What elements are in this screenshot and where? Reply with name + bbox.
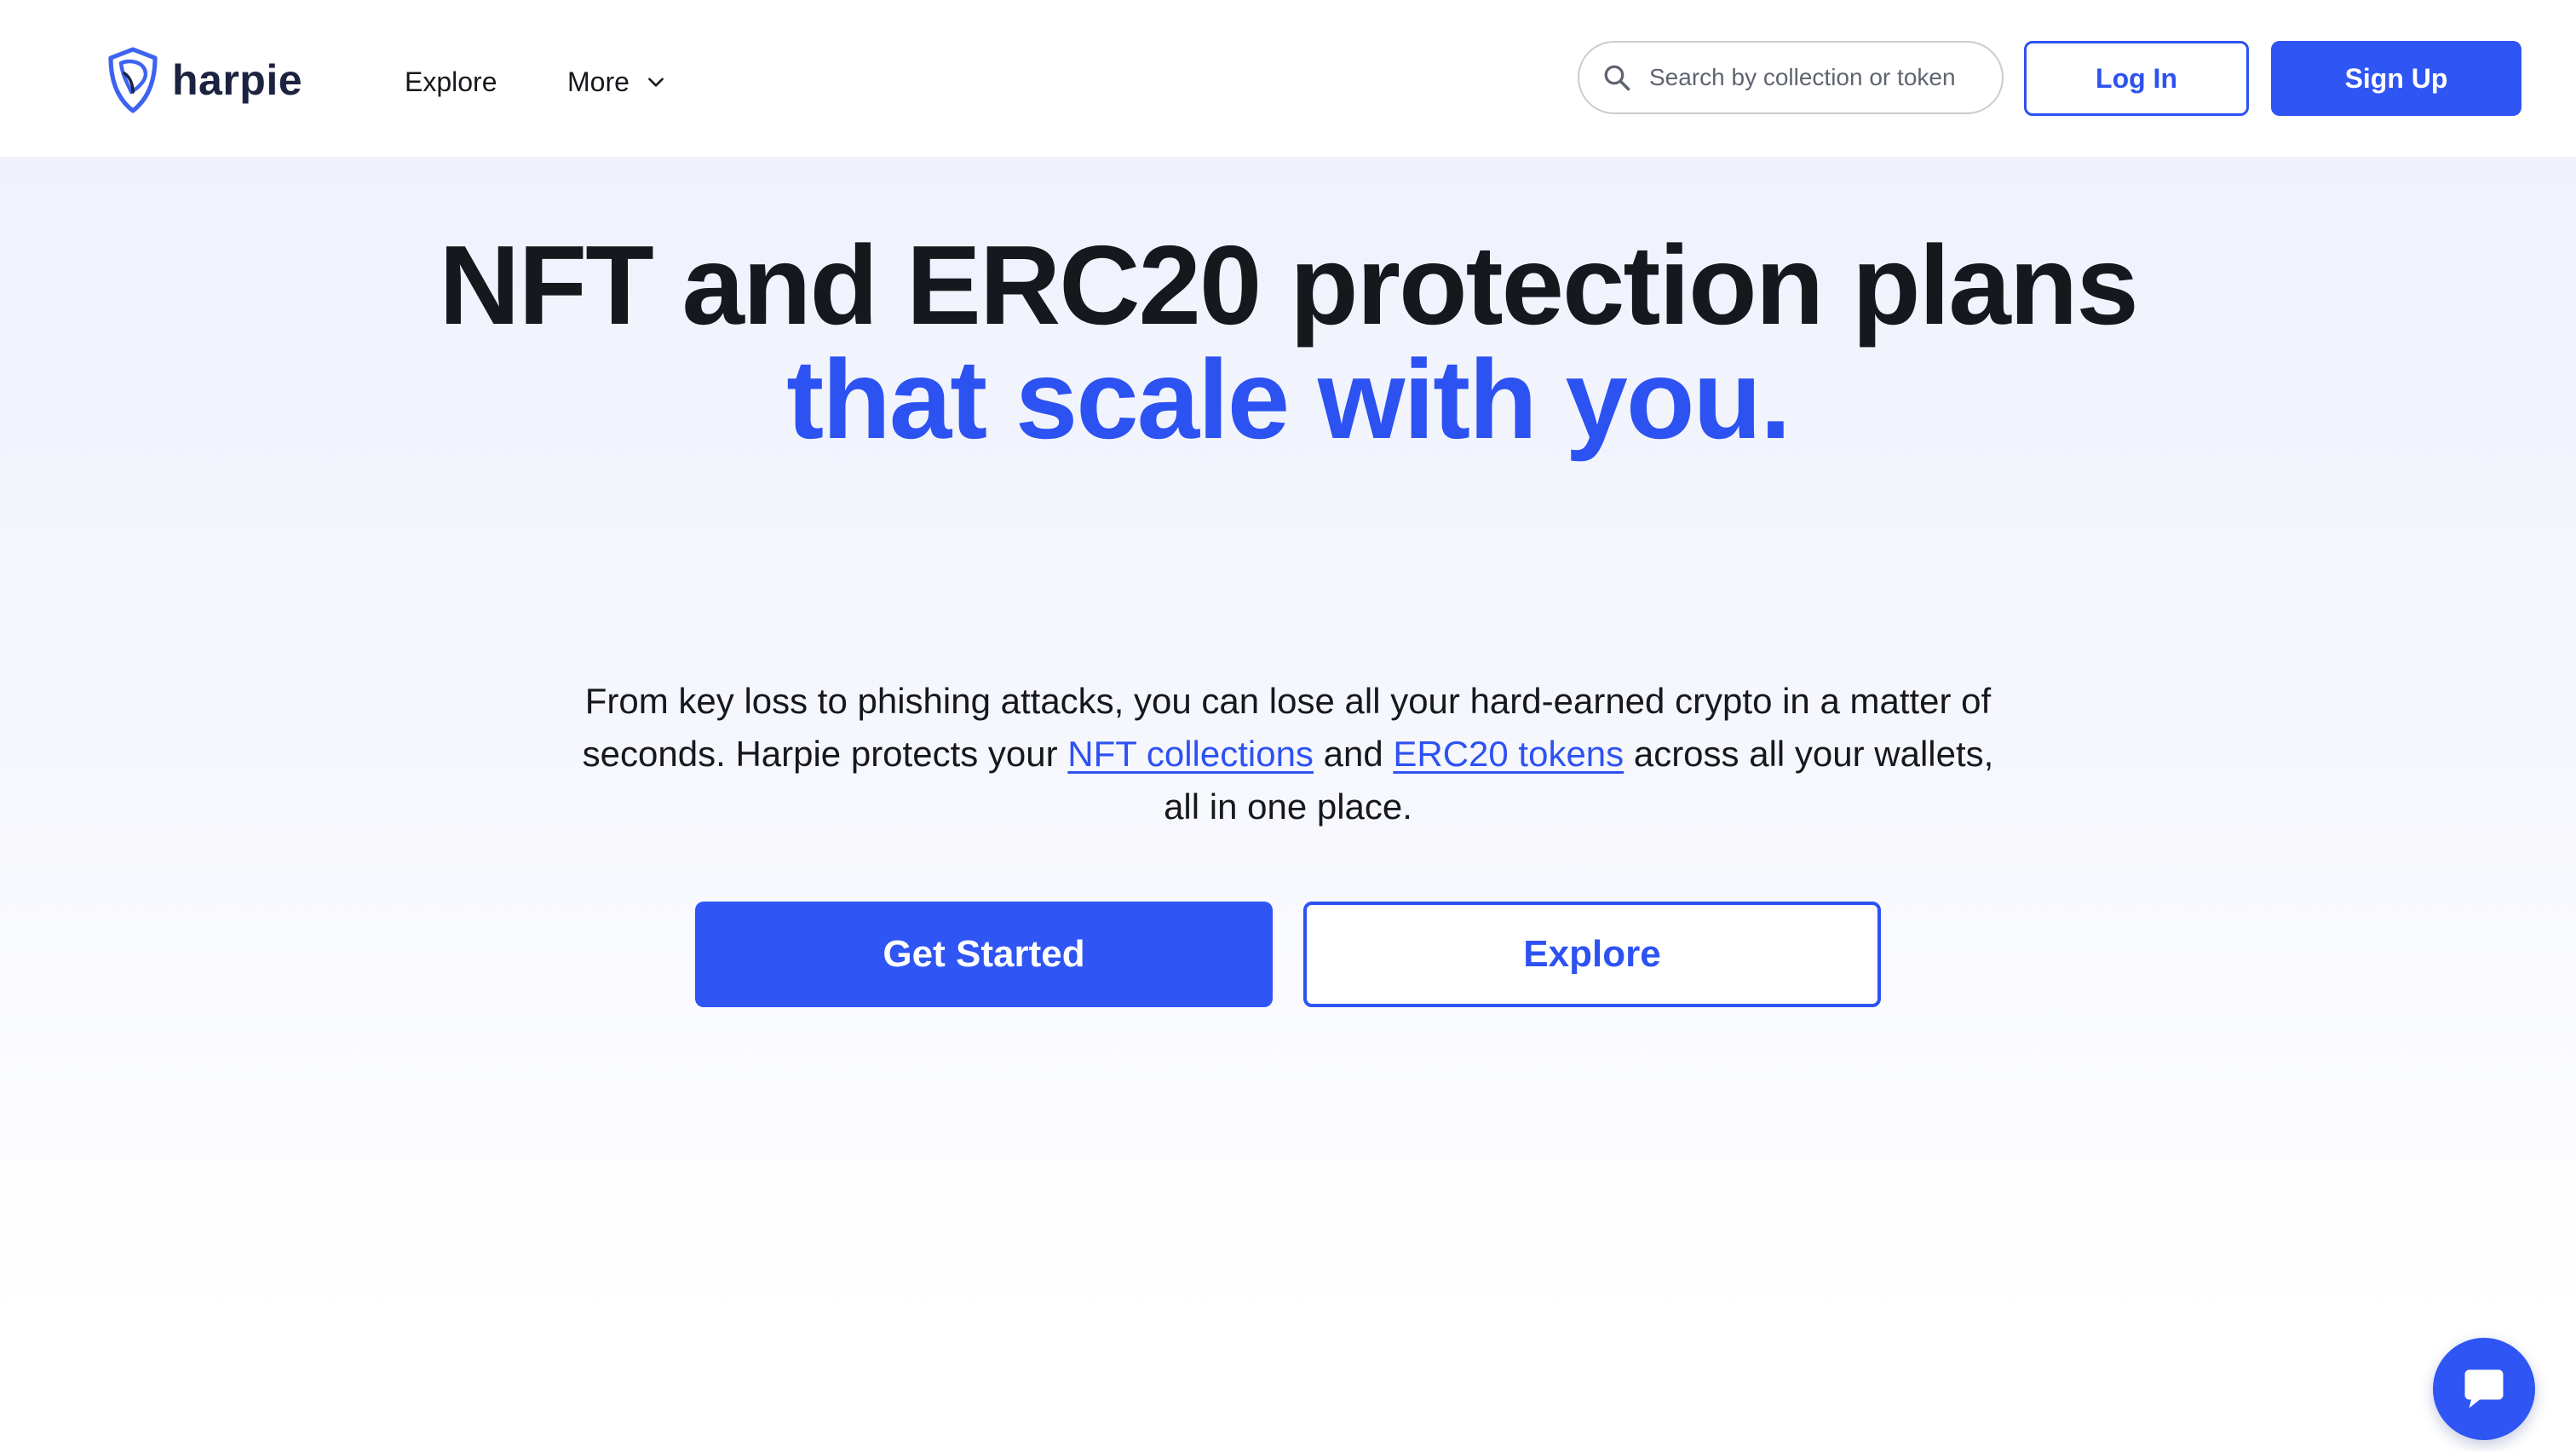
hero-headline: NFT and ERC20 protection plans that scal… (0, 228, 2576, 457)
nav-more-dropdown[interactable]: More (567, 61, 667, 102)
nft-collections-link[interactable]: NFT collections (1067, 734, 1314, 774)
brand-name: harpie (172, 56, 303, 104)
hero-subcopy: From key loss to phishing attacks, you c… (562, 675, 2014, 833)
explore-button[interactable]: Explore (1303, 902, 1881, 1007)
nav-more-label: More (567, 66, 630, 97)
chat-launcher-button[interactable] (2433, 1338, 2535, 1440)
chat-icon (2464, 1369, 2504, 1409)
search-input[interactable] (1649, 64, 1990, 91)
search-icon (1604, 65, 1630, 91)
hero-headline-line1: NFT and ERC20 protection plans (439, 222, 2139, 348)
harpie-shield-logo-icon (108, 47, 158, 113)
top-navbar: harpie Explore More Log In Sign Up (0, 0, 2576, 157)
brand-logo[interactable]: harpie (106, 44, 302, 116)
signup-button[interactable]: Sign Up (2271, 41, 2521, 116)
get-started-button[interactable]: Get Started (695, 902, 1273, 1007)
nav-explore-link[interactable]: Explore (405, 61, 497, 102)
login-button[interactable]: Log In (2024, 41, 2249, 116)
search-bar[interactable] (1578, 41, 2004, 114)
chevron-down-icon (648, 78, 664, 87)
erc20-tokens-link[interactable]: ERC20 tokens (1393, 734, 1624, 774)
hero-subcopy-text-2: and (1313, 734, 1394, 774)
hero-headline-line2: that scale with you. (786, 337, 1791, 462)
nav-explore-label: Explore (405, 66, 497, 97)
